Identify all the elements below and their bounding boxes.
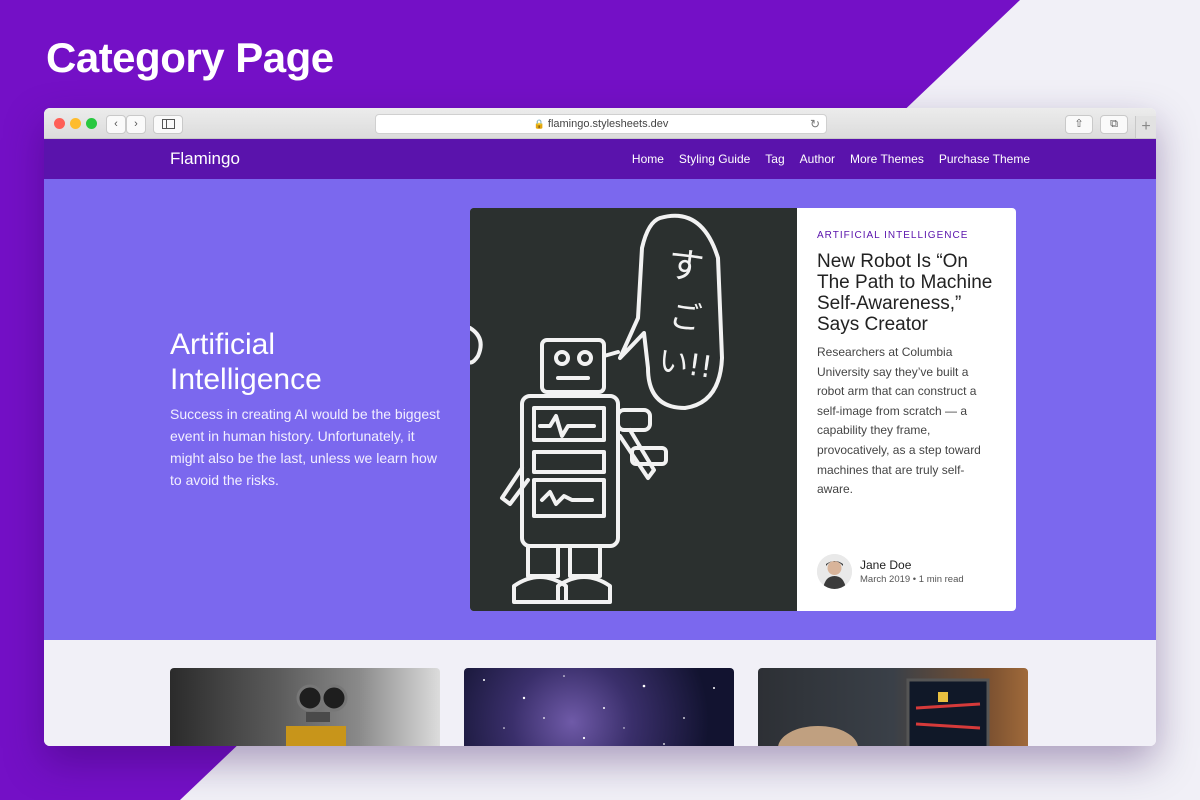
browser-window: ‹ › 🔒 flamingo.stylesheets.dev ↻ ⇧ ⧉ + F… xyxy=(44,108,1156,746)
robot-chalk-drawing: す ご い!! xyxy=(470,208,797,611)
share-icon: ⇧ xyxy=(1074,118,1084,130)
svg-text:い!!: い!! xyxy=(656,344,714,386)
arcade-game-image xyxy=(778,678,990,746)
close-window-button[interactable] xyxy=(54,118,65,129)
nav-purchase-theme[interactable]: Purchase Theme xyxy=(939,152,1030,166)
tabs-icon: ⧉ xyxy=(1110,118,1118,130)
reload-icon[interactable]: ↻ xyxy=(810,115,820,133)
starfield-image xyxy=(483,675,715,745)
post-excerpt: Researchers at Columbia University say t… xyxy=(817,345,981,497)
browser-toolbar: ‹ › 🔒 flamingo.stylesheets.dev ↻ ⇧ ⧉ + xyxy=(44,108,1156,139)
nav-author[interactable]: Author xyxy=(800,152,835,166)
post-title[interactable]: New Robot Is “On The Path to Machine Sel… xyxy=(817,251,997,335)
featured-post-card[interactable]: す ご い!! ARTIFICIAL INTELLIGENCE New Robo… xyxy=(470,208,1016,611)
category-title: Artificial Intelligence xyxy=(170,328,322,396)
lock-icon: 🔒 xyxy=(533,119,545,129)
forward-arrow-icon: › xyxy=(134,118,138,130)
post-category-tag[interactable]: ARTIFICIAL INTELLIGENCE xyxy=(817,230,997,241)
main-nav: Home Styling Guide Tag Author More Theme… xyxy=(632,152,1030,166)
forward-button[interactable]: › xyxy=(126,115,146,134)
nav-more-themes[interactable]: More Themes xyxy=(850,152,924,166)
post-card-thumbnail[interactable] xyxy=(758,668,1028,746)
promo-title: Category Page xyxy=(46,34,334,81)
svg-text:す: す xyxy=(665,244,706,290)
share-button[interactable]: ⇧ xyxy=(1065,115,1093,134)
tabs-button[interactable]: ⧉ xyxy=(1100,115,1128,134)
avatar-image xyxy=(817,554,852,589)
post-author[interactable]: Jane Doe March 2019 • 1 min read xyxy=(817,554,1007,592)
back-button[interactable]: ‹ xyxy=(106,115,126,134)
address-bar[interactable]: 🔒 flamingo.stylesheets.dev ↻ xyxy=(375,114,827,134)
site-header: Flamingo Home Styling Guide Tag Author M… xyxy=(44,139,1156,179)
robot-toy-image xyxy=(286,684,348,746)
back-arrow-icon: ‹ xyxy=(114,118,118,130)
category-description: Success in creating AI would be the bigg… xyxy=(170,406,441,488)
zoom-window-button[interactable] xyxy=(86,118,97,129)
nav-tag[interactable]: Tag xyxy=(765,152,784,166)
author-avatar[interactable] xyxy=(817,554,852,589)
post-card-thumbnail[interactable] xyxy=(170,668,440,746)
minimize-window-button[interactable] xyxy=(70,118,81,129)
featured-post-image[interactable]: す ご い!! xyxy=(470,208,797,611)
sidebar-button[interactable] xyxy=(153,115,183,134)
nav-styling-guide[interactable]: Styling Guide xyxy=(679,152,750,166)
sidebar-icon xyxy=(161,119,175,129)
post-grid xyxy=(44,640,1156,746)
plus-icon: + xyxy=(1141,118,1151,135)
svg-text:ご: ご xyxy=(667,296,704,338)
category-hero: Artificial Intelligence Success in creat… xyxy=(44,179,1156,640)
nav-home[interactable]: Home xyxy=(632,152,664,166)
post-meta: March 2019 • 1 min read xyxy=(860,574,964,585)
site-logo[interactable]: Flamingo xyxy=(170,149,240,169)
post-card-thumbnail[interactable] xyxy=(464,668,734,746)
new-tab-button[interactable]: + xyxy=(1135,116,1156,138)
author-name[interactable]: Jane Doe xyxy=(860,558,911,572)
featured-post-body: ARTIFICIAL INTELLIGENCE New Robot Is “On… xyxy=(817,230,997,500)
url-text: flamingo.stylesheets.dev xyxy=(547,118,669,130)
